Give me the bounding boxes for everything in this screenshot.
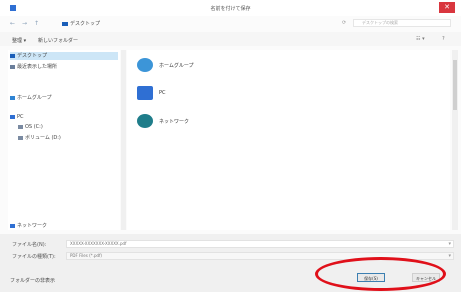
homegroup-icon [137,58,153,72]
list-item-label: PC [159,90,166,96]
file-list: ホームグループ PC ネットワーク [127,50,450,230]
nav-item-label: ネットワーク [17,223,48,229]
nav-item-desktop[interactable]: デスクトップ [10,52,118,60]
desktop-icon [62,21,68,26]
scrollbar-thumb[interactable] [453,60,457,110]
nav-item-label: ボリューム (D:) [25,135,61,141]
drive-icon [18,124,23,129]
file-list-scrollbar[interactable] [452,50,458,230]
list-item-label: ホームグループ [159,63,194,69]
organize-button[interactable]: 整理 ▾ [12,37,26,44]
address-bar: ← → ↑ デスクトップ ⟳ デスクトップの検索 [0,17,461,31]
nav-item-label: PC [17,114,24,120]
navigation-pane: デスクトップ 最近表示した場所 ホームグループ PC OS (C:) ボリューム… [8,50,120,230]
search-input[interactable]: デスクトップの検索 [353,19,451,27]
navigation-scrollbar[interactable] [121,50,126,230]
view-options-icon[interactable]: ☷ ▾ [416,36,425,42]
help-icon[interactable]: ? [442,36,445,42]
desktop-icon [10,53,15,58]
nav-item-drive-c[interactable]: OS (C:) [18,124,43,130]
filename-label: ファイル名(N): [12,242,47,248]
save-dialog: 名前を付けて保存 ✕ ← → ↑ デスクトップ ⟳ デスクトップの検索 整理 ▾… [0,0,461,292]
pc-icon [137,86,153,100]
title-bar: 名前を付けて保存 ✕ [0,0,461,16]
back-icon[interactable]: ← [10,20,15,27]
address-path[interactable]: デスクトップ [62,20,100,27]
toolbar: 整理 ▾ 新しいフォルダー ☷ ▾ ? [0,32,461,46]
new-folder-button[interactable]: 新しいフォルダー [38,37,78,44]
recent-places-icon [10,64,15,69]
list-item-label: ネットワーク [159,119,190,125]
nav-item-label: デスクトップ [17,53,48,59]
network-icon [10,223,15,228]
pc-icon [10,114,15,119]
nav-item-label: ホームグループ [17,95,52,101]
filetype-value: PDF Files (*.pdf) [70,253,102,258]
network-icon [137,114,153,128]
drive-icon [18,135,23,140]
homegroup-icon [10,95,15,100]
window-title: 名前を付けて保存 [210,6,251,12]
nav-item-recent[interactable]: 最近表示した場所 [10,63,57,70]
nav-item-label: OS (C:) [25,124,43,130]
nav-item-network[interactable]: ネットワーク [10,222,47,229]
nav-item-drive-d[interactable]: ボリューム (D:) [18,134,61,141]
forward-icon[interactable]: → [22,20,27,27]
nav-item-homegroup[interactable]: ホームグループ [10,94,52,101]
highlight-ellipse [315,257,446,291]
chevron-down-icon[interactable]: ▾ [448,241,451,247]
filetype-label: ファイルの種類(T): [12,254,56,260]
close-button[interactable]: ✕ [439,2,455,13]
refresh-icon[interactable]: ⟳ [342,20,346,26]
up-icon[interactable]: ↑ [34,20,39,27]
address-path-label: デスクトップ [70,21,101,27]
nav-item-label: 最近表示した場所 [17,64,58,70]
filename-field[interactable]: XXXXX-XXXXXXX-XXXXX.pdf ▾ [66,240,454,248]
filename-value: XXXXX-XXXXXXX-XXXXX.pdf [70,241,127,246]
chevron-down-icon[interactable]: ▾ [448,253,451,259]
nav-item-pc[interactable]: PC [10,114,24,120]
hide-folders-toggle[interactable]: フォルダーの非表示 [10,277,55,284]
